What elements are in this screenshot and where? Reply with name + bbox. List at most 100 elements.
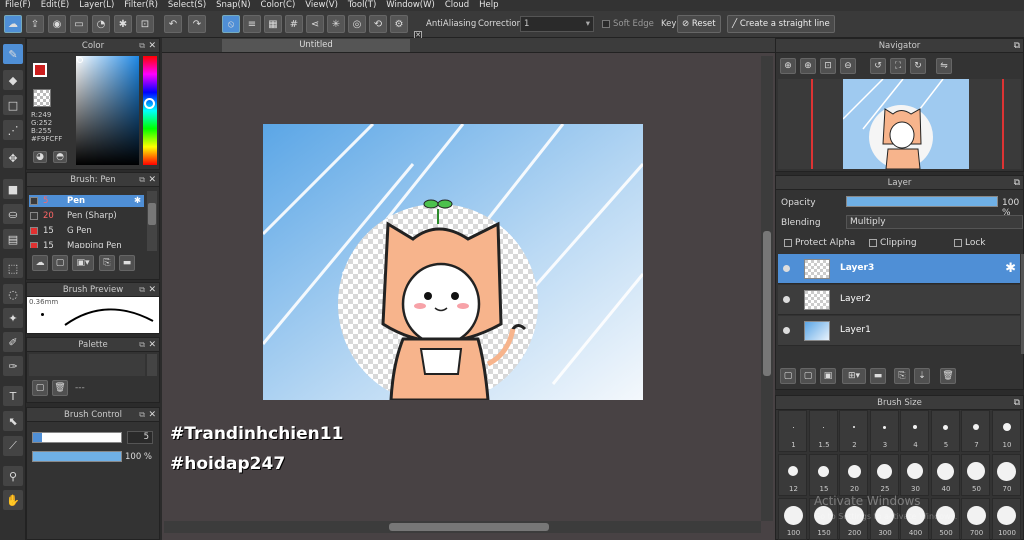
redo-icon[interactable]: ↷ xyxy=(188,15,206,33)
hue-handle[interactable] xyxy=(144,98,155,109)
lock-checkbox[interactable] xyxy=(954,239,962,247)
undock-icon[interactable]: ⧉ xyxy=(139,39,145,53)
canvas-tab[interactable]: Untitled xyxy=(222,39,410,52)
brush-size-cell[interactable]: 1000 xyxy=(991,498,1021,540)
select-tool-icon[interactable]: ⬚ xyxy=(3,258,23,278)
menu-layer[interactable]: Layer(L) xyxy=(74,0,119,11)
cloud-icon[interactable]: ☁ xyxy=(4,15,22,33)
export-icon[interactable]: ⇪ xyxy=(26,15,44,33)
select-rect-icon[interactable]: □ xyxy=(3,95,23,115)
chat-icon[interactable]: ▭ xyxy=(70,15,88,33)
size-slider[interactable] xyxy=(32,432,122,443)
new-layer-icon[interactable]: ▢ xyxy=(780,368,796,384)
menu-select[interactable]: Select(S) xyxy=(163,0,211,11)
vanishing-point-icon[interactable]: ⋖ xyxy=(306,15,324,33)
speech-bubble-icon[interactable]: ◉ xyxy=(48,15,66,33)
rotate-left-icon[interactable]: ↺ xyxy=(870,58,886,74)
layer-item-layer2[interactable]: Layer2 xyxy=(778,285,1020,315)
cross-snap-icon[interactable]: # xyxy=(285,15,303,33)
brush-size-cell[interactable]: 4 xyxy=(900,410,929,452)
brush-size-cell[interactable]: 100 xyxy=(778,498,807,540)
zoom-in-alt-icon[interactable]: ⊕ xyxy=(800,58,816,74)
hand-tool-icon[interactable]: ✋ xyxy=(3,490,23,510)
layer-opacity-slider[interactable] xyxy=(846,196,998,207)
operation-tool-icon[interactable]: ⬉ xyxy=(3,411,23,431)
brush-size-cell[interactable]: 50 xyxy=(961,454,990,496)
undock-icon[interactable]: ⧉ xyxy=(1014,176,1020,190)
primary-color-swatch[interactable] xyxy=(33,63,47,77)
menu-tool[interactable]: Tool(T) xyxy=(343,0,381,11)
new-layer-alt-icon[interactable]: ▢ xyxy=(800,368,816,384)
layer-item-layer3[interactable]: Layer3 ✱ xyxy=(778,254,1020,284)
snap-settings-icon[interactable]: ⚙ xyxy=(390,15,408,33)
close-icon[interactable]: ✕ xyxy=(148,173,156,187)
trash-icon[interactable]: 🗑 xyxy=(52,380,68,396)
close-icon[interactable]: ✕ xyxy=(148,408,156,422)
eraser-tool-icon[interactable]: ◆ xyxy=(3,70,23,90)
gear-icon[interactable]: ✱ xyxy=(134,195,141,207)
brush-item-pen[interactable]: 5 Pen ✱ xyxy=(29,195,144,207)
palette-swatches[interactable] xyxy=(29,354,145,376)
saturation-value-picker[interactable] xyxy=(76,56,139,165)
fit-window-icon[interactable]: ⛶ xyxy=(890,58,906,74)
picker-cursor[interactable] xyxy=(77,57,83,63)
scrollbar-thumb[interactable] xyxy=(148,203,156,225)
trash-icon[interactable]: 🗑 xyxy=(940,368,956,384)
undock-icon[interactable]: ⧉ xyxy=(139,338,145,352)
brush-size-cell[interactable]: 12 xyxy=(778,454,807,496)
new-halftone-layer-icon[interactable]: ▣ xyxy=(820,368,836,384)
duplicate-layer-icon[interactable]: ⎘ xyxy=(894,368,910,384)
menu-color[interactable]: Color(C) xyxy=(256,0,301,11)
new-brush-icon[interactable]: ▢ xyxy=(52,255,68,271)
blending-select[interactable]: Multiply xyxy=(846,215,1023,229)
crop-icon[interactable]: ⊡ xyxy=(136,15,154,33)
undock-icon[interactable]: ⧉ xyxy=(1014,396,1020,410)
close-icon[interactable]: ✕ xyxy=(148,39,156,53)
parallel-snap-icon[interactable]: ≡ xyxy=(243,15,261,33)
undock-icon[interactable]: ⧉ xyxy=(139,173,145,187)
brush-size-cell[interactable]: 5 xyxy=(930,410,960,452)
vertical-scrollbar[interactable] xyxy=(761,56,773,521)
brush-size-cell[interactable]: 20 xyxy=(839,454,868,496)
folder-icon[interactable]: ▬ xyxy=(870,368,886,384)
scrollbar-thumb[interactable] xyxy=(763,231,771,376)
divide-tool-icon[interactable]: ⟋ xyxy=(3,436,23,456)
fit-screen-icon[interactable]: ⊡ xyxy=(820,58,836,74)
brush-size-cell[interactable]: 40 xyxy=(930,454,960,496)
close-icon[interactable]: ✕ xyxy=(148,283,156,297)
brush-size-cell[interactable]: 25 xyxy=(869,454,899,496)
magic-wand-icon[interactable]: ✦ xyxy=(3,308,23,328)
gradient-tool-icon[interactable]: ▤ xyxy=(3,229,23,249)
menu-help[interactable]: Help xyxy=(474,0,503,11)
visibility-icon[interactable] xyxy=(783,265,790,272)
zoom-out-icon[interactable]: ⊖ xyxy=(840,58,856,74)
dot-brush-icon[interactable]: ⋰ xyxy=(3,120,23,140)
gear-icon[interactable]: ✱ xyxy=(1005,261,1016,276)
palette-scrollbar[interactable] xyxy=(147,354,157,376)
layer-item-layer1[interactable]: Layer1 xyxy=(778,316,1020,346)
brush-size-cell[interactable]: 2 xyxy=(839,410,868,452)
visibility-icon[interactable] xyxy=(783,327,790,334)
folder-icon[interactable]: ▬ xyxy=(119,255,135,271)
bucket-tool-icon[interactable]: ⛀ xyxy=(3,204,23,224)
transparent-swatch[interactable] xyxy=(33,89,51,107)
reset-button[interactable]: ⊘ Reset xyxy=(677,15,721,33)
navigator-view[interactable] xyxy=(778,79,1021,169)
new-palette-icon[interactable]: ▢ xyxy=(32,380,48,396)
fill-rect-icon[interactable]: ■ xyxy=(3,179,23,199)
text-tool-icon[interactable]: T xyxy=(3,386,23,406)
brush-item-mapping-pen[interactable]: 15 Mapping Pen xyxy=(29,240,144,248)
circle-snap-icon[interactable]: ◎ xyxy=(348,15,366,33)
hue-slider[interactable] xyxy=(143,56,157,165)
text-balloon-icon[interactable]: ◔ xyxy=(92,15,110,33)
rotate-right-icon[interactable]: ↻ xyxy=(910,58,926,74)
artwork-canvas[interactable] xyxy=(263,124,643,400)
menu-edit[interactable]: Edit(E) xyxy=(36,0,74,11)
brush-size-cell[interactable]: 3 xyxy=(869,410,899,452)
brush-size-cell[interactable]: 30 xyxy=(900,454,929,496)
clipping-checkbox[interactable] xyxy=(869,239,877,247)
brush-cloud-icon[interactable]: ☁ xyxy=(32,255,48,271)
snap-off-icon[interactable]: ⦸ xyxy=(222,15,240,33)
brush-tool-icon[interactable]: ✎ xyxy=(3,44,23,64)
brush-list-scrollbar[interactable] xyxy=(147,191,157,251)
